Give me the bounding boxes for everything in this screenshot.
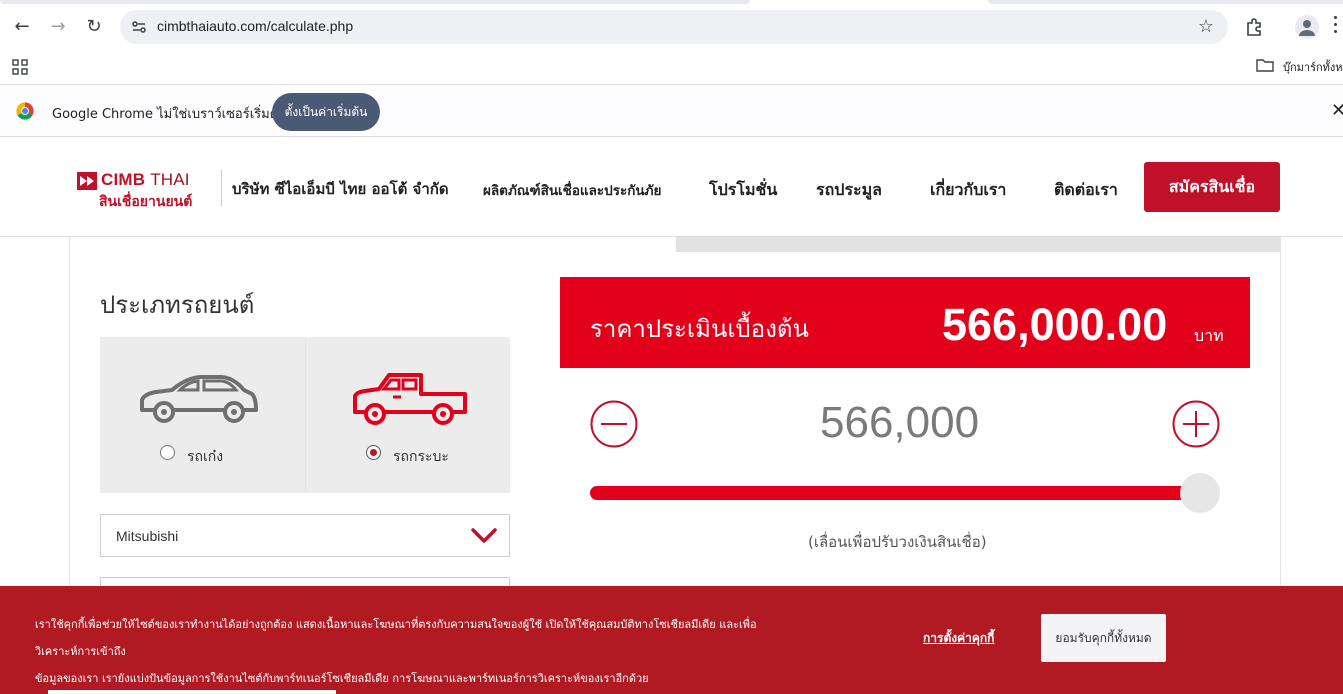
nav-about[interactable]: เกี่ยวกับเรา	[930, 178, 1006, 203]
cookie-message-line-1: เราใช้คุกกี้เพื่อช่วยให้ไซต์ของเราทำงานไ…	[35, 618, 757, 658]
nav-promotions[interactable]: โปรโมชั่น	[709, 178, 777, 203]
pickup-icon[interactable]	[351, 370, 469, 428]
logo-brand-text: CIMB THAI	[101, 170, 190, 189]
browser-toolbar: ← → ↻ cimbthaiauto.com/calculate.php ☆	[0, 0, 1343, 54]
sedan-label[interactable]: รถเก๋ง	[187, 446, 223, 468]
loan-slider-handle[interactable]	[1180, 473, 1220, 513]
site-info-icon[interactable]	[130, 18, 148, 36]
apps-grid-icon[interactable]	[12, 59, 28, 75]
infobar-message: Google Chrome ไม่ใช่เบราว์เซอร์เริ่มต้น	[52, 107, 288, 122]
header-divider	[221, 170, 222, 206]
url-text[interactable]: cimbthaiauto.com/calculate.php	[157, 18, 353, 34]
cimb-logo-mark-icon	[77, 172, 97, 190]
site-header: CIMB THAI สินเชื่อยานยนต์ บริษัท ซีไอเอ็…	[0, 137, 1343, 237]
loan-amount: 566,000	[820, 398, 980, 447]
forward-icon[interactable]: →	[46, 14, 70, 38]
brand-select-value: Mitsubishi	[116, 528, 179, 544]
chevron-down-icon	[471, 528, 497, 543]
nav-contact[interactable]: ติดต่อเรา	[1054, 178, 1118, 203]
plus-icon[interactable]	[1172, 400, 1220, 448]
pickup-radio[interactable]	[366, 445, 381, 460]
extensions-icon[interactable]	[1244, 16, 1266, 38]
brand-select[interactable]: Mitsubishi	[100, 514, 510, 557]
apply-loan-button[interactable]: สมัครสินเชื่อ	[1144, 162, 1280, 212]
company-name: บริษัท ซีไอเอ็มบี ไทย ออโต้ จำกัด	[232, 180, 449, 198]
bookmarks-bar: บุ๊กมาร์กทั้งหมด	[0, 54, 1343, 84]
address-bar[interactable]: cimbthaiauto.com/calculate.php ☆	[120, 10, 1228, 44]
car-type-title: ประเภทรถยนต์	[100, 291, 255, 319]
profile-avatar-icon[interactable]	[1295, 15, 1319, 39]
sedan-radio[interactable]	[160, 445, 175, 460]
folder-icon[interactable]	[1256, 57, 1274, 73]
cookie-banner: เราใช้คุกกี้เพื่อช่วยให้ไซต์ของเราทำงานไ…	[0, 586, 1343, 694]
set-default-button[interactable]: ตั้งเป็นค่าเริ่มต้น	[272, 93, 380, 131]
price-banner: ราคาประเมินเบื้องต้น 566,000.00 บาท	[560, 277, 1250, 368]
bookmark-star-icon[interactable]: ☆	[1198, 16, 1214, 37]
accept-cookies-button[interactable]: ยอมรับคุกกี้ทั้งหมด	[1041, 614, 1166, 662]
default-browser-infobar: Google Chrome ไม่ใช่เบราว์เซอร์เริ่มต้น …	[0, 84, 1343, 137]
grey-strip	[676, 237, 1280, 252]
nav-auction[interactable]: รถประมูล	[816, 178, 882, 203]
close-icon[interactable]: ✕	[1331, 100, 1343, 121]
bottom-edge-bar	[48, 690, 336, 694]
price-unit: บาท	[1194, 326, 1224, 345]
more-menu-icon[interactable]	[1333, 16, 1339, 36]
logo-subtitle: สินเชื่อยานยนต์	[99, 194, 193, 210]
nav-products[interactable]: ผลิตภัณฑ์สินเชื่อและประกันภัย	[483, 179, 661, 201]
cookie-settings-link[interactable]: การตั้งค่าคุกกี้	[923, 629, 994, 648]
cookie-message-line-2: ข้อมูลของเรา เรายังแบ่งปันข้อมูลการใช้งา…	[35, 672, 649, 685]
cimb-logo[interactable]: CIMB THAI สินเชื่อยานยนต์	[77, 170, 197, 210]
minus-icon[interactable]	[590, 400, 638, 448]
all-bookmarks-label[interactable]: บุ๊กมาร์กทั้งหมด	[1283, 58, 1343, 76]
loan-slider-track[interactable]	[590, 486, 1196, 500]
reload-icon[interactable]: ↻	[82, 14, 106, 38]
chrome-logo-icon	[16, 102, 34, 120]
back-icon[interactable]: ←	[10, 14, 34, 38]
price-value: 566,000.00	[942, 299, 1168, 350]
pickup-label[interactable]: รถกระบะ	[393, 446, 449, 468]
cookie-message: เราใช้คุกกี้เพื่อช่วยให้ไซต์ของเราทำงานไ…	[35, 611, 795, 692]
type-divider	[305, 337, 306, 493]
sedan-icon[interactable]	[136, 370, 260, 428]
slider-hint: (เลื่อนเพื่อปรับวงเงินสินเชื่อ)	[808, 533, 987, 551]
price-label: ราคาประเมินเบื้องต้น	[590, 315, 809, 343]
